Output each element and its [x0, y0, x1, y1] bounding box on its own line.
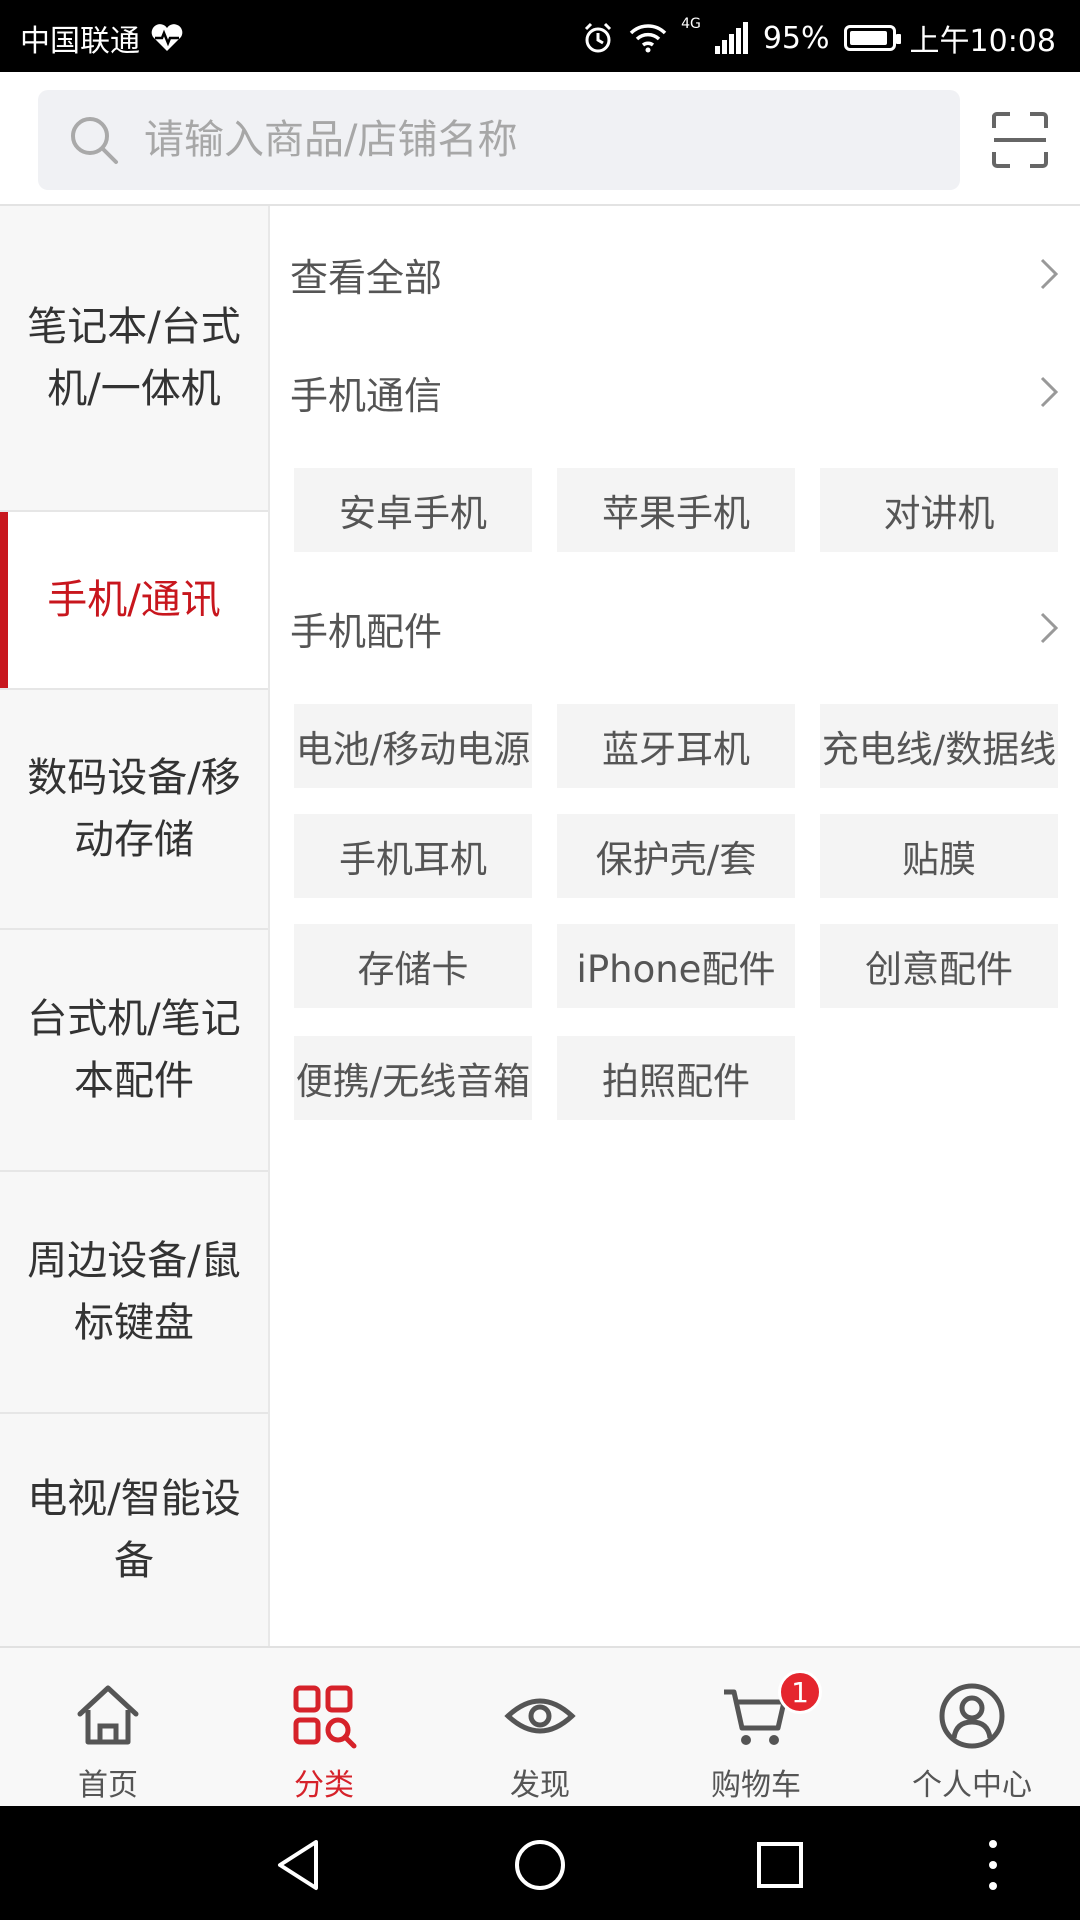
category-icon: [293, 1685, 357, 1749]
health-heart-icon: [151, 24, 183, 51]
section-header-phone-comm[interactable]: 手机通信: [290, 352, 1060, 432]
section-title: 手机通信: [290, 373, 443, 418]
subcategory-chip[interactable]: iPhone配件: [557, 924, 795, 1008]
bottom-tab-bar: 首页 分类 发现 1 购物车 个人中心: [0, 1646, 1080, 1806]
more-options-icon[interactable]: [966, 1838, 1020, 1892]
status-bar: 中国联通 4G 95% 上午10:08: [0, 0, 1080, 72]
sidebar-item-tv[interactable]: 电视/智能设备: [0, 1414, 268, 1646]
signal-icon: [714, 22, 748, 54]
chip-label: 贴膜: [902, 838, 976, 881]
sidebar-item-peripherals[interactable]: 周边设备/鼠标键盘: [0, 1172, 268, 1414]
subcategory-chip[interactable]: 拍照配件: [557, 1036, 795, 1120]
view-all-label: 查看全部: [290, 255, 443, 300]
system-nav-bar: [0, 1806, 1080, 1920]
tab-label: 发现: [510, 1768, 570, 1803]
subcategory-chip[interactable]: 便携/无线音箱: [294, 1036, 532, 1120]
chevron-right-icon: [1040, 612, 1059, 644]
carrier-name: 中国联通: [20, 24, 140, 59]
tab-profile[interactable]: 个人中心: [864, 1648, 1080, 1806]
sidebar-item-digital[interactable]: 数码设备/移动存储: [0, 688, 268, 930]
chip-label: 苹果手机: [602, 492, 750, 535]
cart-badge: 1: [778, 1670, 822, 1714]
chip-label: 保护壳/套: [595, 838, 757, 881]
home-circle-icon[interactable]: [513, 1838, 567, 1892]
chip-label: 电池/移动电源: [295, 728, 531, 771]
home-icon: [77, 1685, 139, 1745]
subcategory-chip[interactable]: 创意配件: [820, 924, 1058, 1008]
search-input[interactable]: [142, 116, 926, 164]
sidebar-item-label: 台式机/笔记本配件: [27, 996, 241, 1104]
subcategory-chip[interactable]: 手机耳机: [294, 814, 532, 898]
category-sidebar: 笔记本/台式机/一体机 手机/通讯 数码设备/移动存储 台式机/笔记本配件 周边…: [0, 206, 270, 1646]
chip-label: 创意配件: [865, 948, 1013, 991]
subcategory-chip[interactable]: 贴膜: [820, 814, 1058, 898]
chip-label: 便携/无线音箱: [295, 1060, 531, 1103]
section-title: 手机配件: [290, 609, 443, 654]
clock: 上午10:08: [909, 24, 1056, 59]
subcategory-chip[interactable]: 对讲机: [820, 468, 1058, 552]
subcategory-chip[interactable]: 安卓手机: [294, 468, 532, 552]
subcategory-chip[interactable]: 电池/移动电源: [294, 704, 532, 788]
subcategory-chip[interactable]: 保护壳/套: [557, 814, 795, 898]
chip-label: 拍照配件: [602, 1060, 750, 1103]
status-bar-right: 4G 95% 上午10:08: [581, 16, 1056, 60]
tab-label: 分类: [294, 1768, 354, 1803]
subcategory-chip[interactable]: 蓝牙耳机: [557, 704, 795, 788]
search-icon: [71, 117, 118, 164]
section-header-phone-accessories[interactable]: 手机配件: [290, 588, 1060, 668]
chip-label: 充电线/数据线: [821, 728, 1057, 771]
alarm-icon: [585, 22, 612, 53]
eye-icon: [504, 1698, 576, 1734]
sidebar-item-label: 电视/智能设备: [27, 1476, 241, 1584]
battery-percent: 95%: [762, 20, 830, 56]
search-box[interactable]: [38, 90, 960, 190]
subcategory-chip[interactable]: 充电线/数据线: [820, 704, 1058, 788]
chip-label: 存储卡: [357, 948, 469, 991]
chevron-right-icon: [1040, 258, 1059, 290]
chip-label: 手机耳机: [339, 838, 487, 881]
tab-discover[interactable]: 发现: [432, 1648, 648, 1806]
tab-cart[interactable]: 1 购物车: [648, 1648, 864, 1806]
tab-category[interactable]: 分类: [216, 1648, 432, 1806]
chevron-right-icon: [1040, 376, 1059, 408]
back-icon[interactable]: [272, 1838, 326, 1892]
view-all-row[interactable]: 查看全部: [290, 234, 1060, 314]
tab-label: 个人中心: [912, 1768, 1032, 1803]
sidebar-item-pc-accessories[interactable]: 台式机/笔记本配件: [0, 930, 268, 1172]
network-type: 4G: [681, 16, 701, 32]
chip-label: iPhone配件: [576, 948, 776, 991]
subcategory-chip[interactable]: 苹果手机: [557, 468, 795, 552]
sidebar-item-computers[interactable]: 笔记本/台式机/一体机: [0, 206, 268, 512]
status-bar-left: 中国联通: [20, 16, 184, 60]
sidebar-item-label: 手机/通讯: [47, 577, 221, 623]
tab-label: 首页: [78, 1768, 138, 1803]
chip-label: 蓝牙耳机: [602, 728, 750, 771]
recents-icon[interactable]: [753, 1838, 807, 1892]
subcategory-chip[interactable]: 存储卡: [294, 924, 532, 1008]
wifi-icon: [629, 24, 667, 53]
scan-icon[interactable]: [990, 110, 1050, 170]
sidebar-item-label: 笔记本/台式机/一体机: [27, 304, 241, 412]
battery-icon: [843, 25, 901, 51]
tab-home[interactable]: 首页: [0, 1648, 216, 1806]
chip-label: 安卓手机: [339, 492, 487, 535]
tab-label: 购物车: [711, 1768, 801, 1803]
chip-label: 对讲机: [883, 492, 995, 535]
user-icon: [939, 1683, 1005, 1749]
sidebar-item-label: 周边设备/鼠标键盘: [27, 1238, 241, 1346]
header: [0, 72, 1080, 206]
sidebar-item-label: 数码设备/移动存储: [27, 755, 241, 863]
category-content: 查看全部 手机通信 安卓手机 苹果手机 对讲机 手机配件 电池/移动电源 蓝牙耳…: [270, 206, 1080, 1646]
sidebar-item-phones[interactable]: 手机/通讯: [0, 512, 268, 688]
